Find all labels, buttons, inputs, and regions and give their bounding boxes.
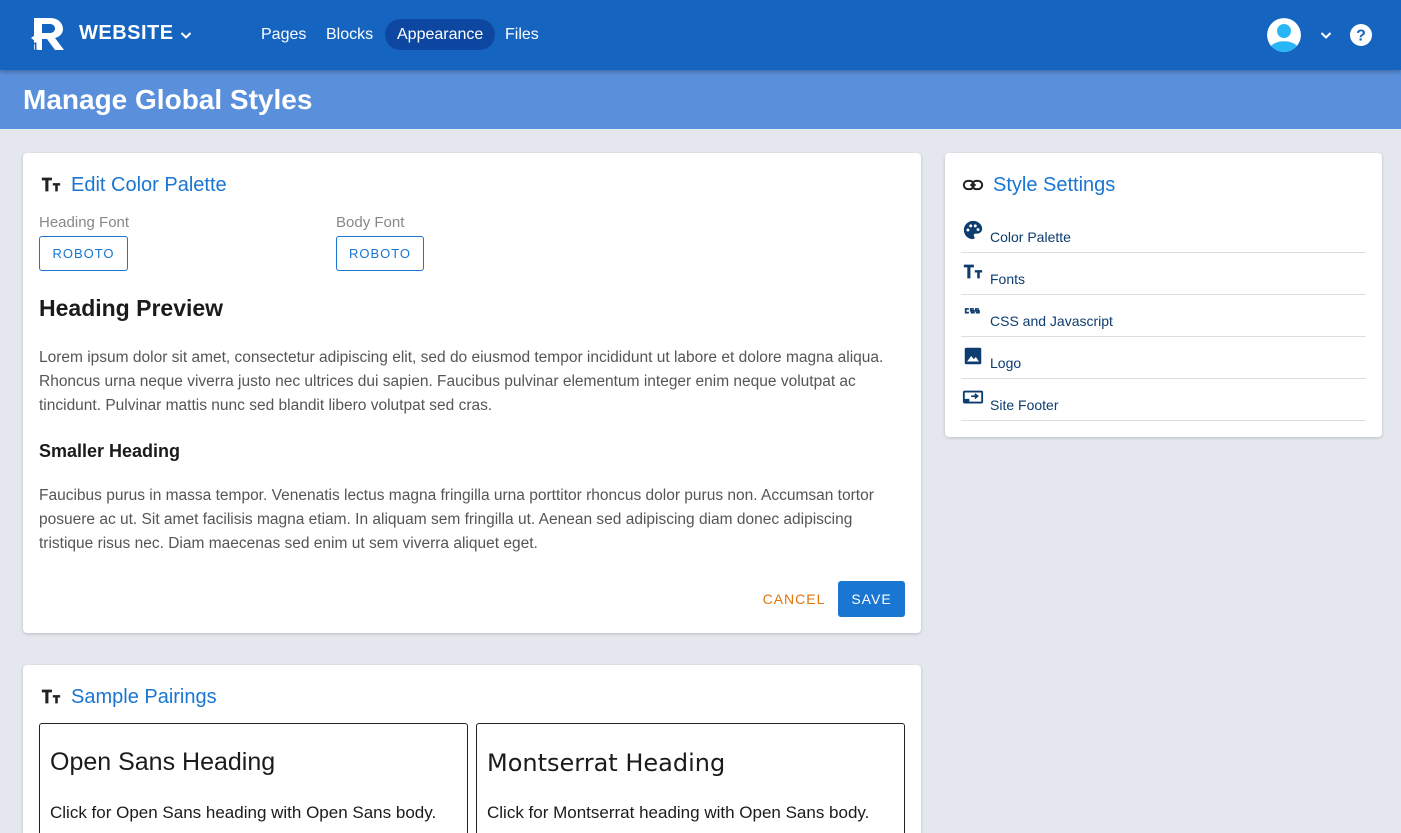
setting-item-site-footer[interactable]: Site Footer (961, 379, 1366, 421)
palette-icon (963, 220, 983, 240)
text-fields-icon (41, 177, 61, 192)
preview-paragraph-1: Lorem ipsum dolor sit amet, consectetur … (39, 349, 884, 414)
top-navbar: 1 WEBSITE Pages Blocks Appearance Files … (0, 0, 1401, 70)
body-font-button[interactable]: ROBOTO (336, 236, 424, 271)
site-name[interactable]: WEBSITE (79, 22, 174, 45)
svg-text:?: ? (1356, 28, 1366, 45)
body-font-label: Body Font (336, 214, 405, 231)
pairing-body: Click for Montserrat heading with Open S… (487, 803, 870, 822)
setting-label: Fonts (990, 271, 1026, 287)
css-icon (964, 308, 980, 314)
pairing-open-sans[interactable]: Open Sans Heading Click for Open Sans he… (39, 723, 468, 833)
title-bar: Manage Global Styles (0, 70, 1401, 129)
setting-item-css-javascript[interactable]: CSS and Javascript (961, 295, 1366, 337)
link-icon (962, 179, 984, 191)
svg-text:1: 1 (32, 40, 39, 52)
image-icon (964, 347, 982, 365)
chevron-down-icon[interactable] (178, 27, 194, 43)
text-fields-icon (963, 264, 983, 279)
save-button[interactable]: SAVE (838, 581, 905, 617)
heading-preview: Heading Preview (39, 295, 224, 321)
setting-item-fonts[interactable]: Fonts (961, 253, 1366, 295)
nav-blocks[interactable]: Blocks (314, 19, 385, 50)
setting-label: Color Palette (990, 229, 1071, 245)
preview-paragraph-2: Faucibus purus in massa tempor. Venenati… (39, 487, 874, 552)
setting-label: Site Footer (990, 397, 1059, 413)
nav-appearance[interactable]: Appearance (385, 19, 495, 50)
footer-icon (962, 390, 984, 404)
page-title: Manage Global Styles (23, 84, 313, 115)
setting-item-logo[interactable]: Logo (961, 337, 1366, 379)
site-logo-icon[interactable]: 1 (30, 16, 66, 52)
cancel-button[interactable]: CANCEL (756, 581, 832, 617)
card-title: Edit Color Palette (71, 174, 227, 196)
pairing-body: Click for Open Sans heading with Open Sa… (50, 803, 437, 822)
nav-files[interactable]: Files (493, 19, 551, 50)
setting-label: CSS and Javascript (990, 313, 1113, 329)
smaller-heading-preview: Smaller Heading (39, 441, 181, 461)
card-title: Sample Pairings (71, 686, 217, 708)
pairing-heading: Open Sans Heading (50, 748, 276, 776)
heading-font-label: Heading Font (39, 214, 130, 231)
chevron-down-icon[interactable] (1318, 27, 1334, 43)
nav-pages[interactable]: Pages (249, 19, 318, 50)
pairing-heading: Montserrat Heading (487, 749, 726, 777)
heading-font-button[interactable]: ROBOTO (39, 236, 128, 271)
help-icon[interactable]: ? (1349, 23, 1373, 47)
setting-label: Logo (990, 355, 1022, 371)
setting-item-color-palette[interactable]: Color Palette (961, 211, 1366, 253)
avatar-icon[interactable] (1267, 18, 1301, 52)
pairing-montserrat[interactable]: Montserrat Heading Click for Montserrat … (476, 723, 905, 833)
text-fields-icon (41, 689, 61, 704)
card-title: Style Settings (993, 174, 1116, 196)
